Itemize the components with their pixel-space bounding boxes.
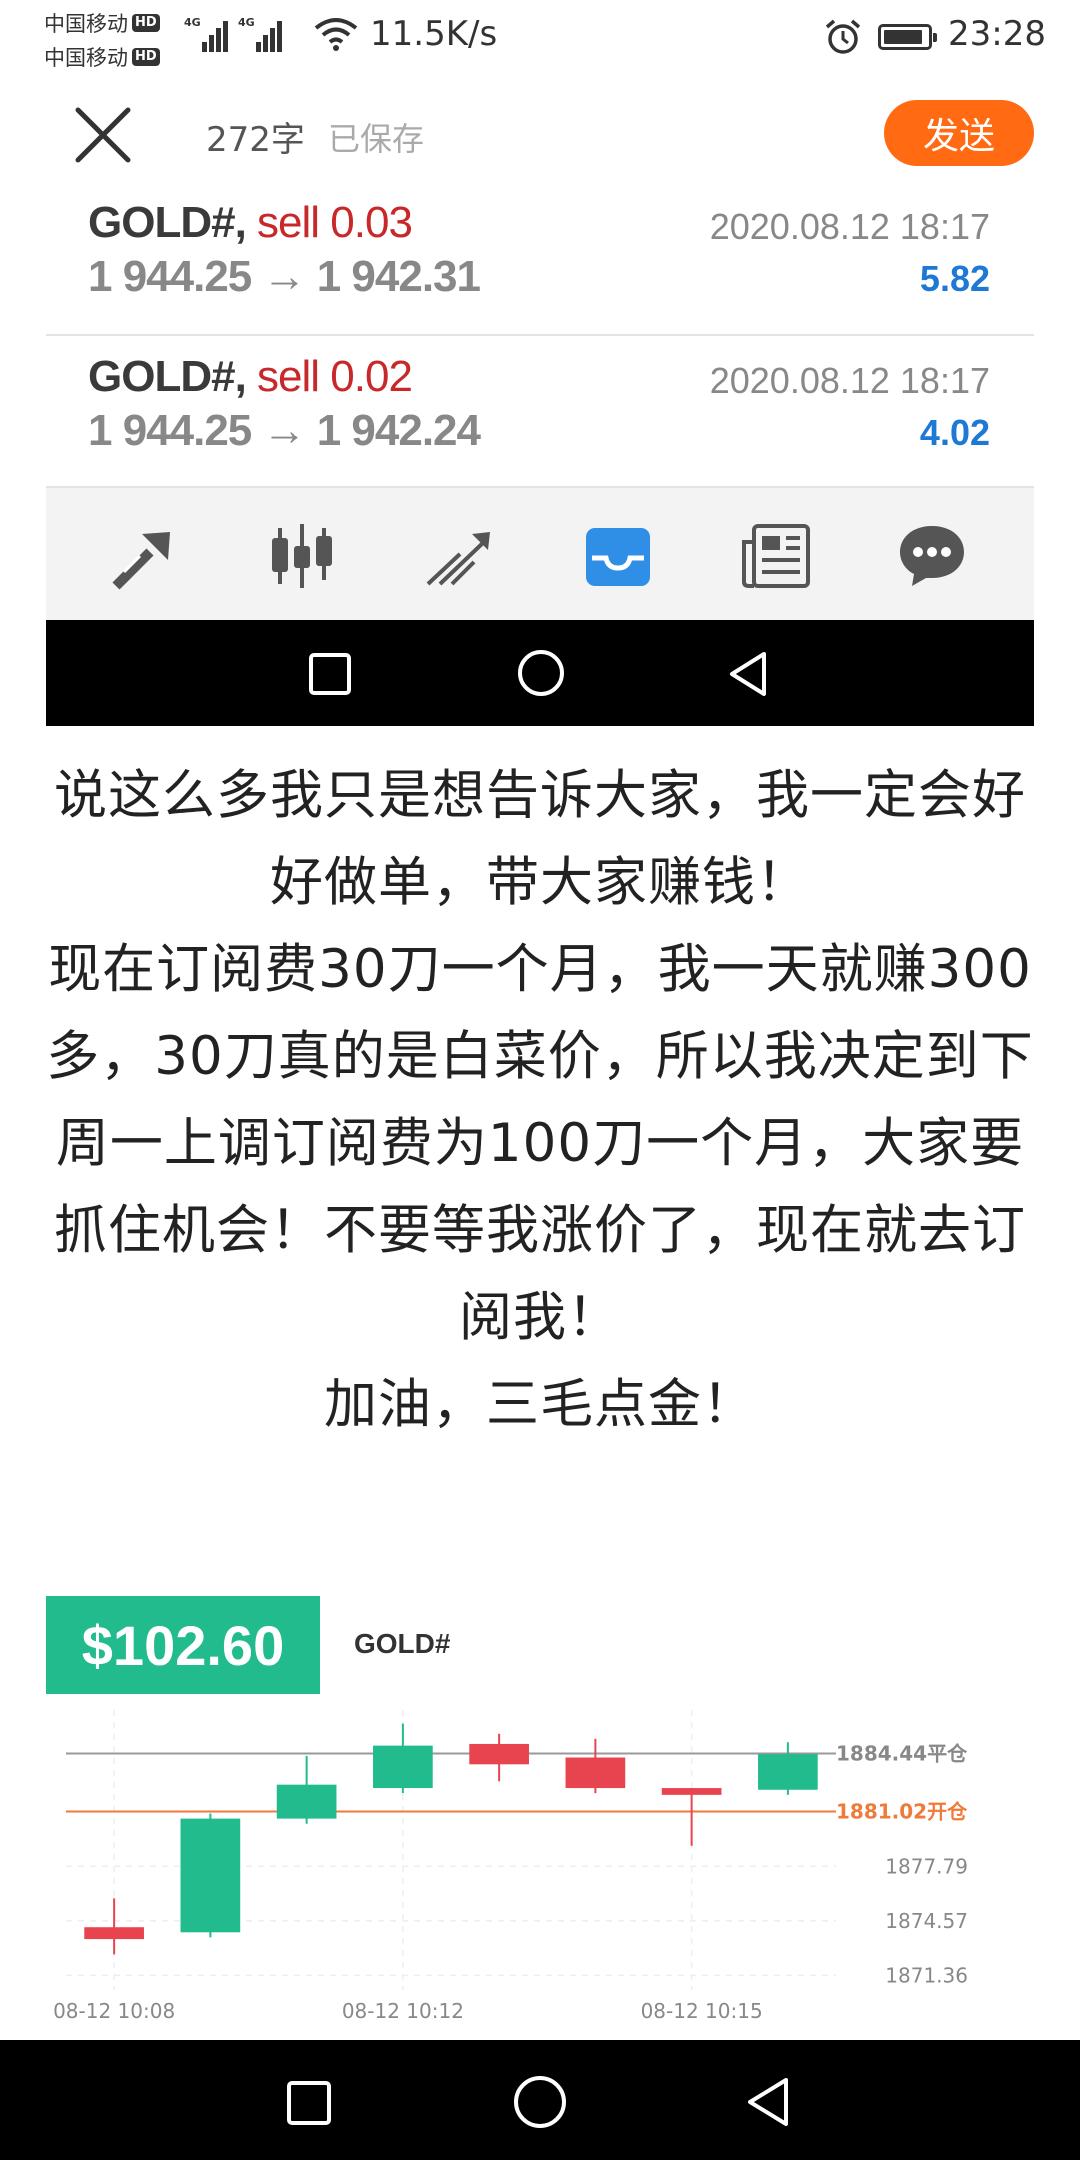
- embedded-nav-bar: [46, 620, 1034, 726]
- trade-time: 2020.08.12 18:17: [709, 360, 990, 401]
- embedded-screenshot[interactable]: GOLD#, sell 0.03 1 944.25 → 1 942.31 202…: [46, 184, 1034, 726]
- candle-body: [469, 1743, 529, 1765]
- hd-badge: HD: [132, 14, 160, 32]
- candle-body: [373, 1745, 433, 1789]
- trade-row: GOLD#, sell 0.02 1 944.25 → 1 942.24 202…: [46, 338, 1034, 488]
- app-toolbar: [46, 488, 1034, 620]
- history-chart-icon: [426, 532, 490, 586]
- news-button[interactable]: [738, 518, 814, 594]
- mailbox-button[interactable]: [580, 518, 656, 594]
- y-tick-label: 1874.57: [885, 1909, 968, 1933]
- close-button[interactable]: [72, 104, 134, 166]
- send-button[interactable]: 发送: [884, 100, 1034, 166]
- back-icon[interactable]: [744, 2076, 792, 2128]
- y-tick-label: 1877.79: [885, 1854, 968, 1878]
- x-tick-label: 08-12 10:12: [342, 1999, 464, 2023]
- trade-row: GOLD#, sell 0.03 1 944.25 → 1 942.31 202…: [46, 184, 1034, 336]
- back-icon[interactable]: [726, 650, 770, 698]
- chart-button[interactable]: [264, 518, 340, 594]
- alarm-icon: [825, 19, 861, 54]
- carrier-1-label: 中国移动: [44, 12, 128, 36]
- open-price-label: 1881.02开仓: [836, 1799, 968, 1823]
- news-icon: [742, 524, 810, 588]
- candle-body: [276, 1784, 337, 1819]
- net-speed: 11.5K/s: [370, 14, 498, 54]
- candle-body: [180, 1818, 241, 1933]
- card-symbol: GOLD#: [354, 1628, 451, 1659]
- trade-prices: 1 944.25 → 1 942.31: [88, 252, 481, 301]
- trade-side: sell 0.03: [257, 198, 413, 247]
- status-bar: 中国移动 HD 中国移动 HD 4G 4G 11.5K/s 23:28: [0, 0, 1080, 72]
- carrier-2-label: 中国移动: [44, 46, 128, 70]
- trade-symbol: GOLD#, sell 0.03: [88, 198, 413, 248]
- article-paragraph: 加油，三毛点金！: [324, 1374, 756, 1435]
- carrier-2: 中国移动 HD: [44, 42, 160, 72]
- trade-symbol-name: GOLD#,: [88, 352, 247, 401]
- trade-time: 2020.08.12 18:17: [709, 206, 990, 247]
- profit-badge: $102.60: [46, 1596, 320, 1694]
- wifi-icon: [314, 18, 358, 51]
- battery-icon: [878, 24, 937, 50]
- network-tag: 4G: [184, 16, 201, 29]
- chat-icon: [900, 526, 964, 586]
- signal-bars-icon: 4G: [184, 16, 228, 52]
- chat-button[interactable]: [894, 518, 970, 594]
- word-count: 272字: [206, 120, 305, 160]
- home-icon[interactable]: [512, 2074, 568, 2130]
- clock: 23:28: [948, 14, 1046, 54]
- candlestick-chart[interactable]: 1884.44平仓 1881.02开仓 1877.79 1874.57 1871.36 0…: [46, 1700, 1034, 2040]
- x-tick-label: 08-12 10:15: [641, 1999, 763, 2023]
- candle-body: [565, 1757, 626, 1789]
- candle-body: [84, 1927, 144, 1940]
- close-price-label: 1884.44平仓: [836, 1741, 968, 1765]
- signal-bars-icon-2: 4G: [238, 16, 282, 52]
- article-paragraph: 现在订阅费30刀一个月，我一天就赚300多，30刀真的是白菜价，所以我决定到下周…: [46, 939, 1034, 1348]
- candle-body: [758, 1754, 818, 1790]
- network-tag-2: 4G: [238, 16, 255, 29]
- y-tick-label: 1871.36: [885, 1963, 968, 1987]
- trade-symbol: GOLD#, sell 0.02: [88, 352, 413, 402]
- trade-prices: 1 944.25 → 1 942.24: [88, 406, 481, 455]
- trade-symbol-name: GOLD#,: [88, 198, 247, 247]
- system-nav-bar: [0, 2040, 1080, 2160]
- article-body[interactable]: 说这么多我只是想告诉大家，我一定会好好做单，带大家赚钱！ 现在订阅费30刀一个月…: [46, 752, 1034, 1448]
- trade-profit: 5.82: [919, 258, 990, 299]
- home-icon[interactable]: [516, 648, 566, 698]
- trade-side: sell 0.02: [257, 352, 413, 401]
- recent-apps-icon[interactable]: [308, 652, 352, 696]
- article-paragraph: 说这么多我只是想告诉大家，我一定会好好做单，带大家赚钱！: [54, 765, 1026, 913]
- candlestick-icon: [272, 524, 332, 588]
- trade-arrow-button[interactable]: [108, 518, 184, 594]
- saved-status: 已保存: [328, 120, 425, 158]
- history-button[interactable]: [422, 518, 498, 594]
- x-tick-label: 08-12 10:08: [53, 1999, 175, 2023]
- inbox-icon: [586, 528, 650, 586]
- close-icon: [75, 107, 131, 163]
- carrier-1: 中国移动 HD: [44, 8, 160, 38]
- trade-profit: 4.02: [919, 412, 990, 453]
- candle-body: [661, 1788, 722, 1795]
- signal-strength: 4G 4G: [184, 16, 282, 52]
- recent-apps-icon[interactable]: [286, 2080, 332, 2126]
- hd-badge-2: HD: [132, 48, 160, 66]
- trade-arrow-icon: [112, 532, 170, 590]
